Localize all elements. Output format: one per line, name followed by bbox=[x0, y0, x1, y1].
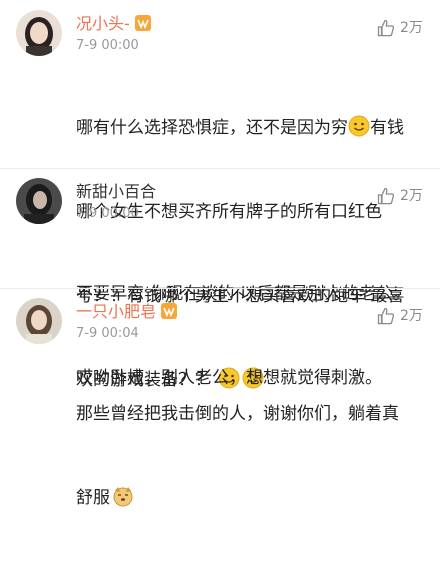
avatar[interactable] bbox=[16, 298, 62, 344]
like-count: 2万 bbox=[400, 20, 423, 36]
timestamp: 7-9 00:00 bbox=[76, 38, 139, 53]
comment-line: 那些曾经把我击倒的人，谢谢你们，躺着真 bbox=[76, 404, 399, 424]
timestamp: 7-9 00:04 bbox=[76, 326, 139, 341]
username-text[interactable]: 况小头- bbox=[76, 14, 130, 33]
like-button[interactable]: 2万 bbox=[376, 306, 423, 326]
avatar[interactable] bbox=[16, 178, 62, 224]
divider bbox=[0, 288, 440, 289]
dog-emoji bbox=[113, 487, 133, 507]
comment-line: 哪有什么选择恐惧症，还不是因为穷 有钱 bbox=[76, 114, 406, 142]
comment-line: 舒服 bbox=[76, 484, 406, 512]
like-count: 2万 bbox=[400, 308, 423, 324]
vip-badge-icon bbox=[134, 15, 151, 31]
username-text[interactable]: 一只小肥皂 bbox=[76, 302, 156, 321]
thumbs-up-icon bbox=[377, 187, 395, 205]
comment-1: 况小头- 7-9 00:00 2万 哪有什么选择恐惧症，还不是因为穷 有钱 哪个女… bbox=[0, 10, 440, 390]
username[interactable]: 况小头- bbox=[76, 14, 152, 34]
comment-3: 一只小肥皂 7-9 00:04 2万 那些曾经把我击倒的人，谢谢你们，躺着真 舒… bbox=[0, 298, 440, 508]
divider bbox=[0, 168, 440, 169]
smiley-emoji bbox=[348, 115, 370, 137]
comment-text: 那些曾经把我击倒的人，谢谢你们，躺着真 舒服 bbox=[76, 344, 406, 568]
thumbs-up-icon bbox=[377, 307, 395, 325]
timestamp: 7-9 00:00 bbox=[76, 206, 139, 221]
like-button[interactable]: 2万 bbox=[376, 18, 423, 38]
thumbs-up-icon bbox=[377, 19, 395, 37]
vip-badge-icon bbox=[161, 303, 178, 319]
avatar[interactable] bbox=[16, 10, 62, 56]
username[interactable]: 新甜小百合 bbox=[76, 182, 156, 202]
like-button[interactable]: 2万 bbox=[376, 186, 423, 206]
like-count: 2万 bbox=[400, 188, 423, 204]
comment-2: 新甜小百合 7-9 00:00 2万 不要早恋 你现在谈的 以后都是别人的老公。… bbox=[0, 178, 440, 388]
username[interactable]: 一只小肥皂 bbox=[76, 302, 178, 322]
